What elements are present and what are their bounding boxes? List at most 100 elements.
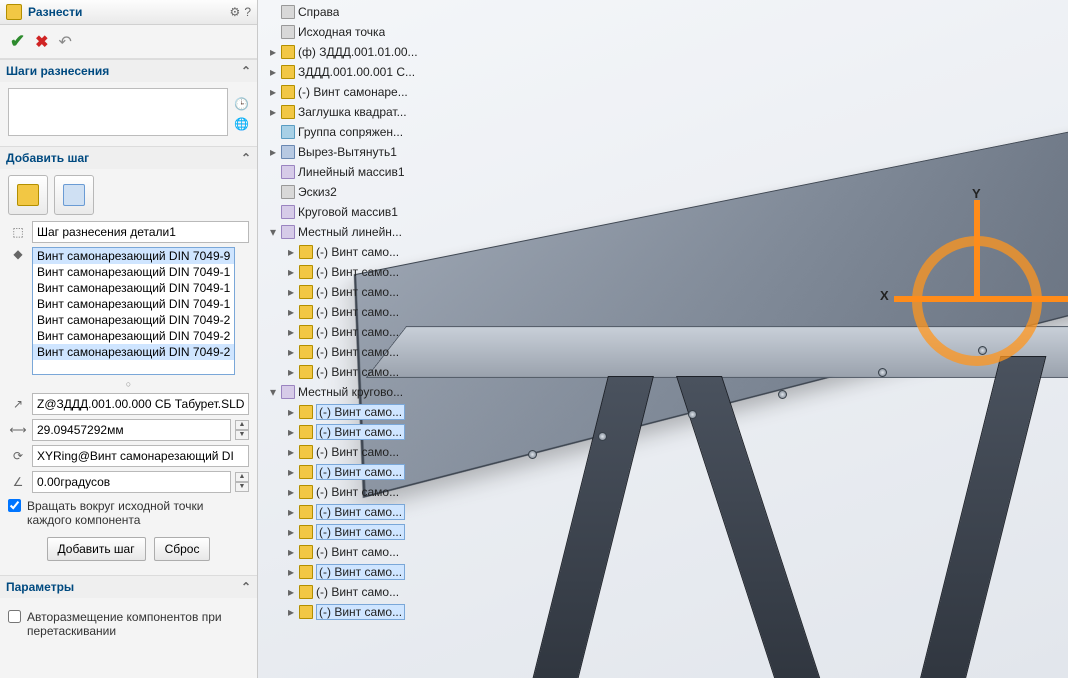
tree-node[interactable]: ▸(-) Винт само... — [264, 562, 454, 582]
rotation-axis-input[interactable] — [32, 445, 249, 467]
steps-list[interactable] — [8, 88, 228, 136]
node-label: (-) Винт само... — [316, 464, 405, 480]
tree-node[interactable]: ▸(-) Винт само... — [264, 342, 454, 362]
expand-icon[interactable]: ▸ — [286, 365, 296, 379]
axis-x-handle[interactable] — [894, 296, 986, 302]
expand-icon[interactable]: ▸ — [286, 485, 296, 499]
tree-node[interactable]: ▸ЗДДД.001.00.001 С... — [264, 62, 454, 82]
expand-icon[interactable]: ▸ — [268, 65, 278, 79]
step-name-input[interactable] — [32, 221, 249, 243]
tree-node[interactable]: ▸(-) Винт само... — [264, 322, 454, 342]
spin-up[interactable]: ▲ — [235, 420, 249, 430]
angle-input[interactable] — [32, 471, 231, 493]
undo-icon[interactable]: ↶ — [59, 32, 72, 52]
expand-icon[interactable]: ▸ — [268, 85, 278, 99]
expand-icon[interactable]: ▸ — [286, 285, 296, 299]
tree-node[interactable]: ▸(-) Винт само... — [264, 542, 454, 562]
expand-icon[interactable]: ▾ — [268, 385, 278, 399]
clock-icon[interactable]: 🕒 — [234, 97, 249, 111]
add-step-header[interactable]: Добавить шаг ⌃ — [0, 147, 257, 169]
expand-icon[interactable]: ▸ — [268, 145, 278, 159]
translate-mode-button[interactable] — [8, 175, 48, 215]
tree-node[interactable]: Исходная точка — [264, 22, 454, 42]
expand-icon[interactable]: ▸ — [286, 445, 296, 459]
tree-node[interactable]: Группа сопряжен... — [264, 122, 454, 142]
expand-icon[interactable]: ▸ — [268, 45, 278, 59]
expand-icon[interactable]: ▸ — [286, 325, 296, 339]
tree-node[interactable]: ▸(-) Винт само... — [264, 302, 454, 322]
tree-node[interactable]: ▸(-) Винт само... — [264, 242, 454, 262]
tree-node[interactable]: ▸Заглушка квадрат... — [264, 102, 454, 122]
cancel-button[interactable]: ✖ — [35, 32, 48, 52]
tree-node[interactable]: ▸(-) Винт само... — [264, 282, 454, 302]
tree-node[interactable]: ▸(-) Винт само... — [264, 482, 454, 502]
expand-icon[interactable]: ▸ — [286, 525, 296, 539]
list-item[interactable]: Винт самонарезающий DIN 7049-1 — [33, 264, 234, 280]
tree-node[interactable]: ▸(-) Винт само... — [264, 602, 454, 622]
ok-button[interactable]: ✔ — [10, 31, 25, 52]
expand-icon[interactable]: ▸ — [268, 105, 278, 119]
components-listbox[interactable]: Винт самонарезающий DIN 7049-9Винт самон… — [32, 247, 235, 375]
move-triad[interactable]: Y X Z — [894, 200, 1064, 390]
axis-y-handle[interactable] — [974, 200, 980, 300]
graphics-area[interactable]: Y X Z СправаИсходная точка▸(ф) ЗДДД.001.… — [258, 0, 1068, 678]
tree-node[interactable]: ▸(-) Винт само... — [264, 442, 454, 462]
tree-node[interactable]: ▸(-) Винт само... — [264, 262, 454, 282]
tree-node[interactable]: ▸ (-) Винт само... — [264, 462, 454, 482]
tree-node[interactable]: ▸(-) Винт самонаре... — [264, 82, 454, 102]
tree-node[interactable]: ▸(-) Винт само... — [264, 502, 454, 522]
params-section-header[interactable]: Параметры ⌃ — [0, 576, 257, 598]
list-item[interactable]: Винт самонарезающий DIN 7049-2 — [33, 344, 234, 360]
list-item[interactable]: Винт самонарезающий DIN 7049-1 — [33, 280, 234, 296]
spin-up[interactable]: ▲ — [235, 472, 249, 482]
tree-node[interactable]: ▸(-) Винт само... — [264, 362, 454, 382]
list-item[interactable]: Винт самонарезающий DIN 7049-9 — [33, 248, 234, 264]
expand-icon[interactable]: ▸ — [286, 425, 296, 439]
distance-input[interactable] — [32, 419, 231, 441]
spin-down[interactable]: ▼ — [235, 430, 249, 440]
spin-down[interactable]: ▼ — [235, 482, 249, 492]
tree-node[interactable]: ▸(-) Винт само... — [264, 522, 454, 542]
expand-icon[interactable]: ▸ — [286, 245, 296, 259]
reset-button[interactable]: Сброс — [154, 537, 211, 561]
expand-icon[interactable]: ▸ — [286, 605, 296, 619]
expand-icon[interactable]: ▸ — [286, 465, 296, 479]
expand-icon[interactable]: ▸ — [286, 345, 296, 359]
rotate-origin-check[interactable] — [8, 499, 21, 512]
tree-node[interactable]: Линейный массив1 — [264, 162, 454, 182]
tree-node[interactable]: ▾Местный кругово... — [264, 382, 454, 402]
tree-node[interactable]: Круговой массив1 — [264, 202, 454, 222]
axis-z-handle[interactable] — [980, 296, 1068, 302]
tree-node[interactable]: ▸Вырез-Вытянуть1 — [264, 142, 454, 162]
autoplace-check[interactable] — [8, 610, 21, 623]
node-icon — [281, 85, 295, 99]
tree-node[interactable]: ▸(-) Винт само... — [264, 422, 454, 442]
tree-node[interactable]: ▸(-) Винт само... — [264, 402, 454, 422]
expand-icon[interactable]: ▸ — [286, 505, 296, 519]
help-icon[interactable]: ? — [244, 5, 251, 19]
list-item[interactable]: Винт самонарезающий DIN 7049-2 — [33, 328, 234, 344]
tree-node[interactable]: Эскиз2 — [264, 182, 454, 202]
globe-icon[interactable]: 🌐 — [234, 117, 249, 131]
autoplace-checkbox[interactable]: Авторазмещение компонентов при перетаски… — [8, 610, 249, 638]
tree-node[interactable]: Справа — [264, 2, 454, 22]
expand-icon[interactable]: ▸ — [286, 565, 296, 579]
expand-icon[interactable]: ▾ — [268, 225, 278, 239]
rotate-origin-checkbox[interactable]: Вращать вокруг исходной точки каждого ко… — [8, 499, 249, 527]
tree-node[interactable]: ▾Местный линейн... — [264, 222, 454, 242]
tree-node[interactable]: ▸(-) Винт само... — [264, 582, 454, 602]
flyout-feature-tree[interactable]: СправаИсходная точка▸(ф) ЗДДД.001.01.00.… — [264, 0, 454, 624]
add-step-button[interactable]: Добавить шаг — [47, 537, 146, 561]
steps-section-header[interactable]: Шаги разнесения ⌃ — [0, 60, 257, 82]
list-item[interactable]: Винт самонарезающий DIN 7049-1 — [33, 296, 234, 312]
direction-input[interactable] — [32, 393, 249, 415]
expand-icon[interactable]: ▸ — [286, 405, 296, 419]
expand-icon[interactable]: ▸ — [286, 305, 296, 319]
expand-icon[interactable]: ▸ — [286, 265, 296, 279]
radial-mode-button[interactable] — [54, 175, 94, 215]
list-item[interactable]: Винт самонарезающий DIN 7049-2 — [33, 312, 234, 328]
expand-icon[interactable]: ▸ — [286, 545, 296, 559]
expand-icon[interactable]: ▸ — [286, 585, 296, 599]
settings-icon[interactable]: ⚙ — [230, 5, 241, 19]
tree-node[interactable]: ▸(ф) ЗДДД.001.01.00... — [264, 42, 454, 62]
